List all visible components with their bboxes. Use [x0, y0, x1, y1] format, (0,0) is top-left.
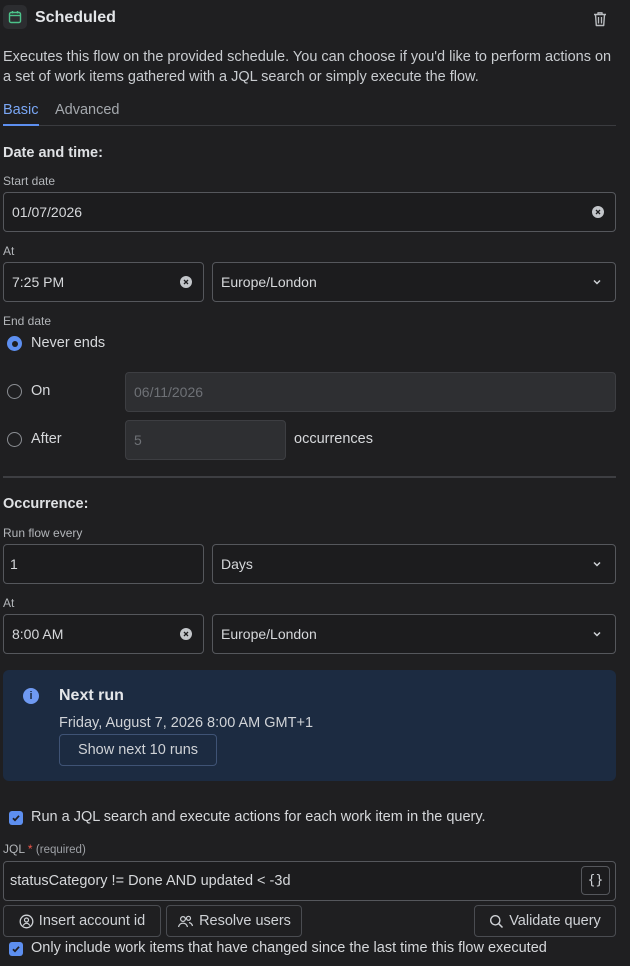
insert-account-id-label: Insert account id: [38, 913, 146, 929]
end-date-field[interactable]: 06/11/2026: [125, 372, 616, 412]
start-date-field[interactable]: 01/07/2026: [3, 192, 616, 232]
search-icon: [490, 914, 504, 928]
section-divider: [3, 476, 616, 478]
only-changed-checkbox[interactable]: [9, 942, 23, 956]
on-date-radio[interactable]: [7, 384, 22, 399]
resolve-users-button[interactable]: Resolve users: [166, 905, 302, 937]
resolve-users-label: Resolve users: [199, 913, 291, 929]
chevron-down-icon: [593, 279, 601, 285]
insert-account-id-button[interactable]: Insert account id: [3, 905, 161, 937]
clear-icon[interactable]: [180, 276, 192, 288]
time-field[interactable]: 7:25 PM: [3, 262, 204, 302]
panel-title: Scheduled: [35, 9, 116, 26]
occurrence-time-value: 8:00 AM: [12, 626, 64, 642]
never-ends-radio[interactable]: [7, 336, 22, 351]
end-date-value: 06/11/2026: [134, 384, 204, 400]
occurrences-count-field[interactable]: 5: [125, 420, 286, 460]
date-time-heading: Date and time:: [3, 145, 103, 161]
occurrence-timezone-value: Europe/London: [221, 626, 317, 642]
occurrence-timezone-select[interactable]: Europe/London: [212, 614, 616, 654]
run-every-value: 1: [10, 556, 18, 572]
users-icon: [177, 915, 194, 927]
required-star: *: [27, 842, 33, 856]
occurrence-heading: Occurrence:: [3, 496, 89, 512]
timezone-value: Europe/London: [221, 274, 317, 290]
calendar-icon: [3, 5, 27, 29]
after-radio[interactable]: [7, 432, 22, 447]
clear-icon[interactable]: [592, 206, 604, 218]
info-icon: i: [23, 688, 39, 704]
chevron-down-icon: [593, 631, 601, 637]
show-next-runs-button[interactable]: Show next 10 runs: [59, 734, 217, 766]
interval-unit-value: Days: [221, 556, 253, 572]
after-label: After: [31, 431, 62, 447]
validate-query-button[interactable]: Validate query: [474, 905, 616, 937]
on-date-label: On: [31, 383, 51, 399]
time-value: 7:25 PM: [12, 274, 65, 290]
never-ends-label: Never ends: [31, 335, 106, 351]
flow-description: Executes this flow on the provided sched…: [3, 49, 612, 85]
timezone-select[interactable]: Europe/London: [212, 262, 616, 302]
occurrences-count-value: 5: [134, 432, 142, 448]
chevron-down-icon: [593, 561, 601, 567]
run-every-label: Run flow every: [3, 526, 83, 540]
validate-query-label: Validate query: [509, 913, 601, 929]
tab-divider: [3, 125, 616, 126]
jql-checkbox[interactable]: [9, 811, 23, 825]
occurrences-label: occurrences: [294, 431, 373, 447]
next-run-datetime: Friday, August 7, 2026 8:00 AM GMT+1: [59, 715, 314, 731]
only-changed-label: Only include work items that have change…: [31, 940, 547, 956]
jql-label: JQL * (required): [3, 842, 86, 856]
run-every-input[interactable]: 1: [3, 544, 204, 584]
start-date-value: 01/07/2026: [12, 204, 83, 220]
trash-icon[interactable]: [589, 8, 611, 30]
next-run-title: Next run: [59, 687, 124, 704]
occurrence-time-field[interactable]: 8:00 AM: [3, 614, 204, 654]
occurrence-at-label: At: [3, 596, 15, 610]
jql-label-text: JQL: [3, 842, 25, 856]
jql-query-value: statusCategory != Done AND updated < -3d: [10, 873, 291, 889]
jql-input[interactable]: statusCategory != Done AND updated < -3d: [3, 861, 616, 901]
start-date-label: Start date: [3, 174, 56, 188]
tab-active-indicator: [3, 124, 39, 126]
at-label: At: [3, 244, 15, 258]
jql-checkbox-label: Run a JQL search and execute actions for…: [31, 809, 486, 825]
braces-icon[interactable]: {}: [581, 866, 610, 895]
required-text: (required): [35, 844, 86, 856]
tab-basic[interactable]: Basic: [3, 102, 38, 118]
user-circle-icon: [19, 914, 34, 928]
clear-icon[interactable]: [180, 628, 192, 640]
tab-advanced[interactable]: Advanced: [55, 102, 120, 118]
end-date-label: End date: [3, 314, 52, 328]
interval-unit-select[interactable]: Days: [212, 544, 616, 584]
